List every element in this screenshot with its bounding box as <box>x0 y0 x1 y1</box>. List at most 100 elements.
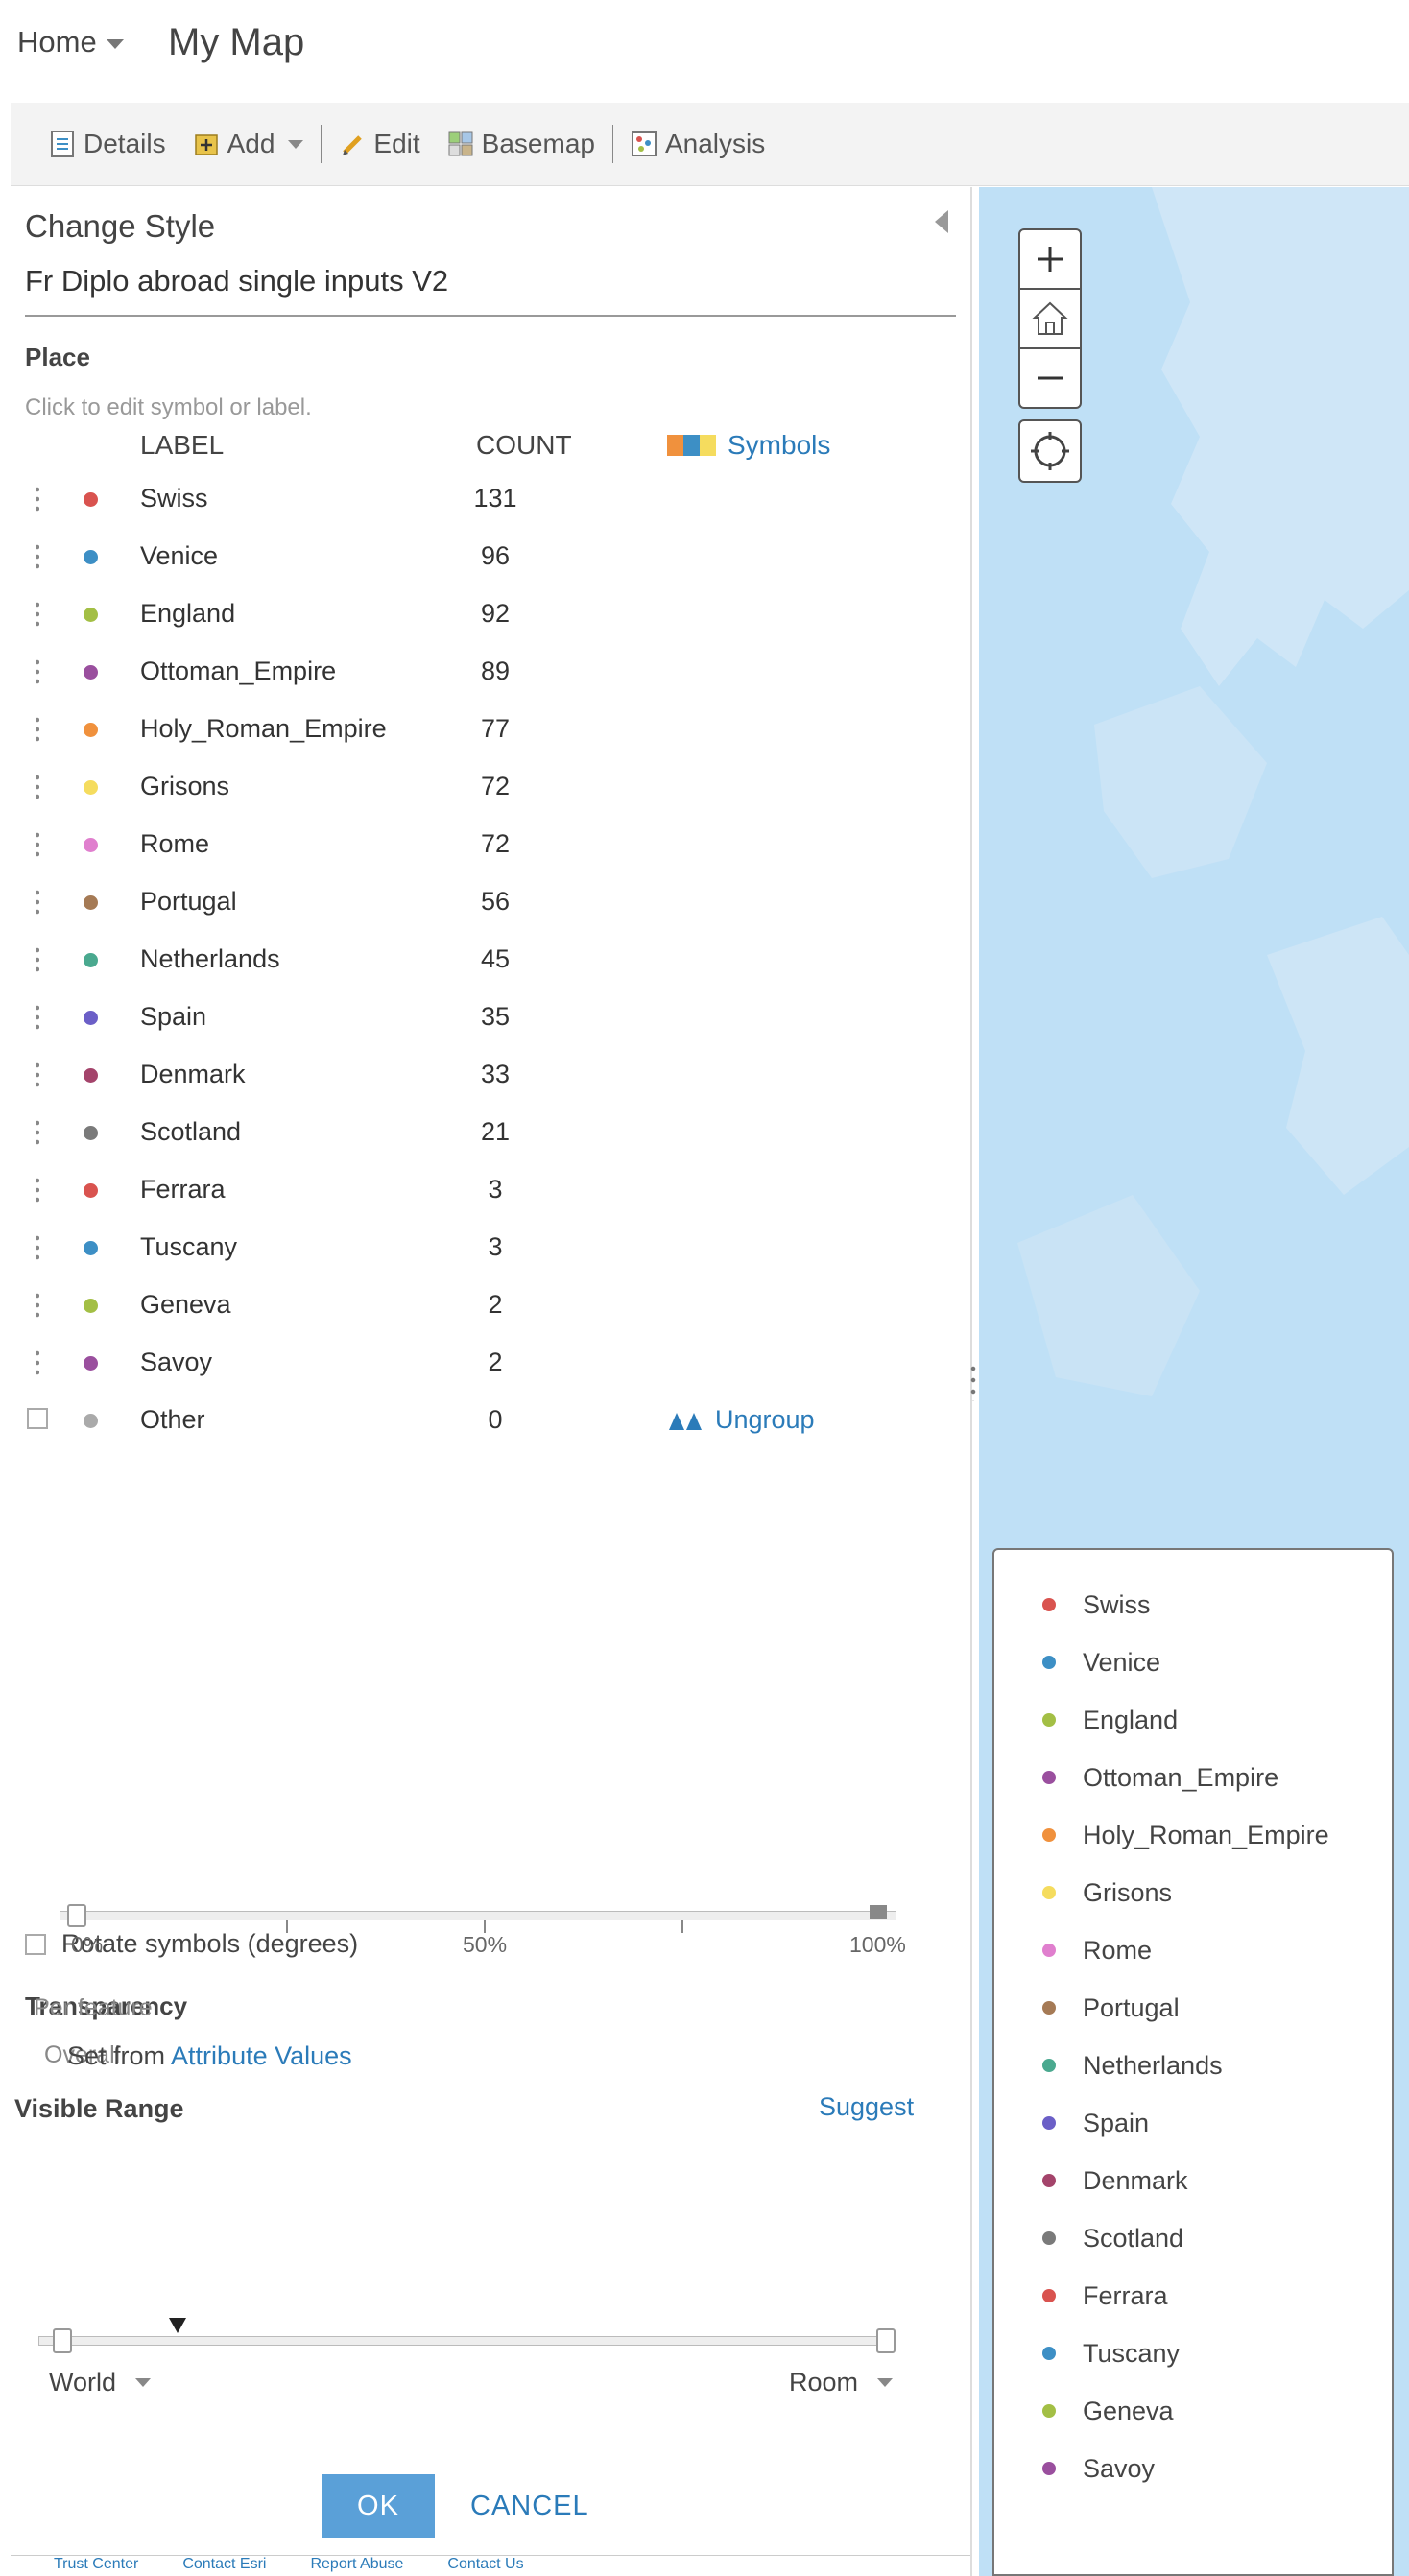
edit-button[interactable]: Edit <box>325 115 433 173</box>
category-row[interactable]: Spain 35 <box>11 989 970 1046</box>
transparency-slider[interactable] <box>60 1911 896 1920</box>
category-row[interactable]: Holy_Roman_Empire 77 <box>11 701 970 758</box>
cancel-button[interactable]: CANCEL <box>470 2474 589 2538</box>
category-label[interactable]: Portugal <box>140 887 237 917</box>
category-label[interactable]: Netherlands <box>140 944 280 974</box>
category-row[interactable]: Ferrara 3 <box>11 1161 970 1219</box>
min-scale-thumb[interactable] <box>53 2328 72 2353</box>
drag-handle-icon[interactable] <box>36 1061 39 1089</box>
footer-link[interactable]: Trust Center <box>54 2556 138 2576</box>
category-row[interactable]: Denmark 33 <box>11 1046 970 1104</box>
symbol-swatch[interactable] <box>84 1183 98 1198</box>
locate-button[interactable] <box>1018 419 1082 483</box>
footer-link[interactable]: Contact Us <box>447 2556 523 2576</box>
category-row[interactable]: Tuscany 3 <box>11 1219 970 1276</box>
symbol-swatch[interactable] <box>84 1068 98 1083</box>
add-button[interactable]: Add <box>179 115 318 173</box>
drag-handle-icon[interactable] <box>36 1348 39 1377</box>
category-row[interactable]: Savoy 2 <box>11 1334 970 1392</box>
symbol-swatch[interactable] <box>84 1414 98 1428</box>
category-label[interactable]: Ottoman_Empire <box>140 656 336 686</box>
default-extent-button[interactable] <box>1020 290 1080 347</box>
drag-handle-icon[interactable] <box>36 485 39 513</box>
suggest-link[interactable]: Suggest <box>819 2092 914 2122</box>
category-label[interactable]: Denmark <box>140 1060 246 1089</box>
footer-link[interactable]: Report Abuse <box>310 2556 403 2576</box>
category-label[interactable]: Savoy <box>140 1348 212 1377</box>
zoom-out-button[interactable] <box>1020 349 1080 407</box>
category-row[interactable]: Ottoman_Empire 89 <box>11 643 970 701</box>
basemap-button[interactable]: Basemap <box>434 115 609 173</box>
min-scale-select[interactable]: World <box>49 2368 152 2397</box>
symbol-swatch[interactable] <box>84 492 98 507</box>
symbol-swatch[interactable] <box>84 550 98 564</box>
drag-handle-icon[interactable] <box>36 657 39 686</box>
symbol-swatch[interactable] <box>84 723 98 737</box>
zoom-in-button[interactable] <box>1020 230 1080 288</box>
rotate-checkbox[interactable] <box>25 1933 46 1955</box>
category-label[interactable]: Geneva <box>140 1290 231 1320</box>
max-scale-select[interactable]: Room <box>789 2368 894 2397</box>
legend-item: Ottoman_Empire <box>1042 1758 1278 1797</box>
symbol-swatch[interactable] <box>84 780 98 795</box>
category-row[interactable]: Geneva 2 <box>11 1276 970 1334</box>
symbol-swatch[interactable] <box>84 1126 98 1140</box>
drag-handle-icon[interactable] <box>36 830 39 859</box>
category-row[interactable]: Swiss 131 <box>11 470 970 528</box>
category-row[interactable]: Grisons 72 <box>11 758 970 816</box>
attribute-values-link[interactable]: Attribute Values <box>171 2041 352 2070</box>
symbol-swatch[interactable] <box>84 1299 98 1313</box>
ok-button[interactable]: OK <box>322 2474 435 2538</box>
category-row[interactable]: Portugal 56 <box>11 873 970 931</box>
transparency-slider-thumb[interactable] <box>67 1904 86 1927</box>
drag-handle-icon[interactable] <box>36 715 39 744</box>
drag-handle-icon[interactable] <box>36 945 39 974</box>
symbol-swatch[interactable] <box>84 1356 98 1371</box>
category-label[interactable]: Spain <box>140 1002 206 1032</box>
symbol-swatch[interactable] <box>84 608 98 622</box>
drag-handle-icon[interactable] <box>36 773 39 801</box>
category-label[interactable]: Tuscany <box>140 1232 237 1262</box>
category-label[interactable]: Ferrara <box>140 1175 226 1205</box>
category-label[interactable]: Holy_Roman_Empire <box>140 714 387 744</box>
category-label[interactable]: Venice <box>140 541 218 571</box>
symbol-swatch[interactable] <box>84 895 98 910</box>
legend-label: Grisons <box>1083 1877 1173 1907</box>
symbols-button[interactable]: Symbols <box>667 430 830 461</box>
symbol-swatch[interactable] <box>84 1011 98 1025</box>
category-label[interactable]: England <box>140 599 235 629</box>
other-row[interactable]: Other 0 Ungroup <box>11 1392 970 1449</box>
home-menu[interactable]: Home <box>17 25 124 60</box>
category-row[interactable]: England 92 <box>11 585 970 643</box>
max-scale-value: Room <box>789 2368 859 2397</box>
drag-handle-icon[interactable] <box>36 1003 39 1032</box>
category-label[interactable]: Swiss <box>140 484 208 513</box>
category-row[interactable]: Venice 96 <box>11 528 970 585</box>
footer-link[interactable]: Contact Esri <box>182 2556 266 2576</box>
max-scale-thumb[interactable] <box>876 2328 896 2353</box>
panel-resize-handle[interactable] <box>970 1363 976 1401</box>
drag-handle-icon[interactable] <box>36 600 39 629</box>
visible-range-slider[interactable] <box>38 2336 885 2346</box>
drag-handle-icon[interactable] <box>36 542 39 571</box>
symbol-swatch[interactable] <box>84 665 98 680</box>
symbol-swatch[interactable] <box>84 838 98 852</box>
symbol-swatch[interactable] <box>84 953 98 967</box>
other-checkbox[interactable] <box>27 1408 48 1429</box>
category-label[interactable]: Grisons <box>140 772 229 801</box>
category-row[interactable]: Scotland 21 <box>11 1104 970 1161</box>
symbol-swatch[interactable] <box>84 1241 98 1255</box>
category-row[interactable]: Netherlands 45 <box>11 931 970 989</box>
ungroup-button[interactable]: Ungroup <box>667 1405 815 1435</box>
details-button[interactable]: Details <box>36 115 179 173</box>
analysis-button[interactable]: Analysis <box>617 115 778 173</box>
drag-handle-icon[interactable] <box>36 1176 39 1205</box>
category-label[interactable]: Rome <box>140 829 209 859</box>
drag-handle-icon[interactable] <box>36 1233 39 1262</box>
category-label[interactable]: Scotland <box>140 1117 241 1147</box>
drag-handle-icon[interactable] <box>36 1118 39 1147</box>
collapse-panel-icon[interactable] <box>935 210 948 233</box>
drag-handle-icon[interactable] <box>36 888 39 917</box>
category-row[interactable]: Rome 72 <box>11 816 970 873</box>
drag-handle-icon[interactable] <box>36 1291 39 1320</box>
